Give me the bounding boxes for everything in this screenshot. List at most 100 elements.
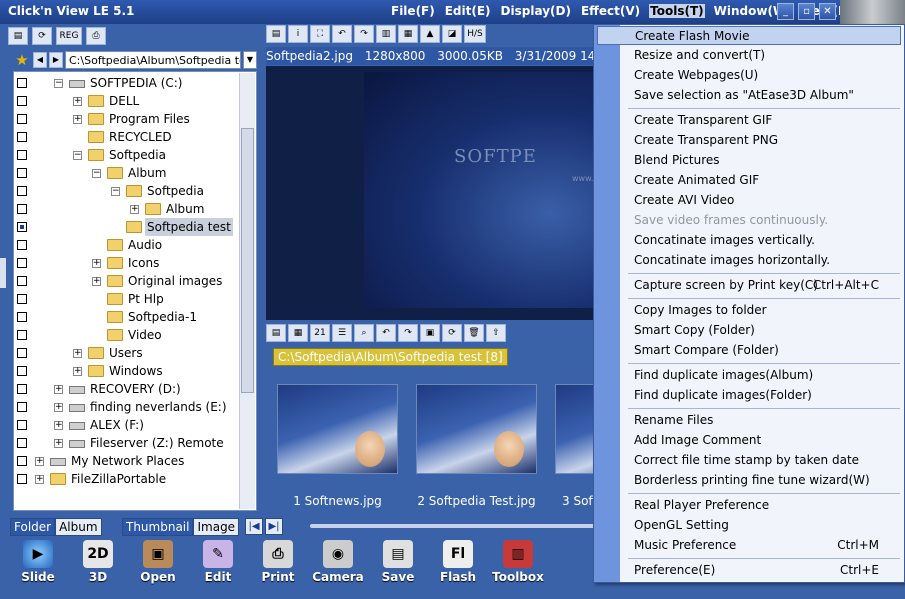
tree-checkbox[interactable] bbox=[17, 366, 27, 376]
tree-checkbox[interactable] bbox=[17, 168, 27, 178]
tree-checkbox[interactable] bbox=[17, 348, 27, 358]
menu-file-f[interactable]: File(F) bbox=[390, 4, 436, 18]
tree-scroll-thumb[interactable] bbox=[241, 128, 254, 393]
menu-item-copy-images-to-folder[interactable]: Copy Images to folder bbox=[597, 301, 901, 320]
tree-node[interactable]: + FileZillaPortable bbox=[14, 470, 238, 488]
flash-button[interactable]: Fl Flash bbox=[428, 538, 488, 590]
restore-button[interactable]: ▫ bbox=[798, 3, 815, 20]
landscape-icon[interactable]: ▲ bbox=[420, 25, 440, 43]
tree-node[interactable]: Video bbox=[14, 326, 238, 344]
tree-checkbox[interactable] bbox=[17, 420, 27, 430]
menu-item-concatinate-images-vertically[interactable]: Concatinate images vertically. bbox=[597, 231, 901, 250]
menu-item-real-player-preference[interactable]: Real Player Preference bbox=[597, 496, 901, 515]
next-folder-icon[interactable]: ▶ bbox=[49, 52, 63, 68]
expand-icon[interactable]: + bbox=[35, 475, 44, 484]
tree-node[interactable]: + Users bbox=[14, 344, 238, 362]
3d-button[interactable]: 2D 3D bbox=[68, 538, 128, 590]
zoom-icon[interactable]: ⌕ bbox=[354, 324, 374, 342]
save-button[interactable]: ▤ Save bbox=[368, 538, 428, 590]
scan-icon[interactable]: ▤ bbox=[8, 27, 28, 45]
edit-button[interactable]: ✎ Edit bbox=[188, 538, 248, 590]
menu-effect-v[interactable]: Effect(V) bbox=[580, 4, 641, 18]
open-button[interactable]: ▣ Open bbox=[128, 538, 188, 590]
expand-icon[interactable]: + bbox=[92, 277, 101, 286]
up-folder-icon[interactable]: ⇧ bbox=[486, 324, 506, 342]
register-button[interactable]: REG bbox=[56, 27, 82, 45]
menu-item-concatinate-images-horizontally[interactable]: Concatinate images horizontally. bbox=[597, 251, 901, 270]
menu-item-create-transparent-gif[interactable]: Create Transparent GIF bbox=[597, 111, 901, 130]
menu-item-smart-compare-folder[interactable]: Smart Compare (Folder) bbox=[597, 341, 901, 360]
layout-icon[interactable]: ▦ bbox=[398, 25, 418, 43]
expand-icon[interactable]: + bbox=[73, 367, 82, 376]
tree-node[interactable]: + Icons bbox=[14, 254, 238, 272]
tree-checkbox[interactable] bbox=[17, 240, 27, 250]
tree-node[interactable]: + Album bbox=[14, 200, 238, 218]
tab-thumbnail[interactable]: Thumbnail bbox=[122, 518, 194, 536]
rotate-left-icon[interactable]: ↶ bbox=[332, 25, 352, 43]
menu-item-resize-and-convert-t[interactable]: Resize and convert(T) bbox=[597, 46, 901, 65]
tree-checkbox[interactable] bbox=[17, 150, 27, 160]
refresh-icon[interactable]: ⟳ bbox=[32, 27, 52, 45]
rotate-left-icon[interactable]: ↶ bbox=[376, 324, 396, 342]
tree-checkbox[interactable] bbox=[17, 114, 27, 124]
printer-icon[interactable]: ⎙ bbox=[86, 27, 106, 45]
tree-checkbox[interactable] bbox=[17, 186, 27, 196]
tree-checkbox[interactable] bbox=[17, 258, 27, 268]
tree-node[interactable]: + Original images bbox=[14, 272, 238, 290]
film-icon[interactable]: ▣ bbox=[420, 324, 440, 342]
tree-node[interactable]: Softpedia test bbox=[14, 218, 238, 236]
expand-icon[interactable]: + bbox=[73, 115, 82, 124]
menu-item-opengl-setting[interactable]: OpenGL Setting bbox=[597, 516, 901, 535]
expand-icon[interactable]: + bbox=[54, 385, 63, 394]
rotate-right-icon[interactable]: ↷ bbox=[398, 324, 418, 342]
tree-node[interactable]: + RECOVERY (D:) bbox=[14, 380, 238, 398]
tree-checkbox[interactable] bbox=[17, 456, 27, 466]
expand-icon[interactable]: + bbox=[54, 403, 63, 412]
menu-display-d[interactable]: Display(D) bbox=[500, 4, 572, 18]
tree-node[interactable]: − Album bbox=[14, 164, 238, 182]
menu-item-create-webpages-u[interactable]: Create Webpages(U) bbox=[597, 66, 901, 85]
prev-folder-icon[interactable]: ◀ bbox=[33, 52, 47, 68]
camera-button[interactable]: ◉ Camera bbox=[308, 538, 368, 590]
tree-node[interactable]: + Fileserver (Z:) Remote bbox=[14, 434, 238, 452]
tree-node[interactable]: + finding neverlands (E:) bbox=[14, 398, 238, 416]
menu-item-create-animated-gif[interactable]: Create Animated GIF bbox=[597, 171, 901, 190]
tree-node[interactable]: Audio bbox=[14, 236, 238, 254]
menu-item-preference-e[interactable]: Preference(E) Ctrl+E bbox=[597, 561, 901, 580]
tree-checkbox[interactable] bbox=[17, 132, 27, 142]
first-page-button[interactable]: |◀ bbox=[245, 518, 263, 535]
tree-checkbox[interactable] bbox=[17, 96, 27, 106]
tree-node[interactable]: Pt Hlp bbox=[14, 290, 238, 308]
hue-saturation-button[interactable]: H/S bbox=[464, 25, 486, 43]
tab-album[interactable]: Album bbox=[55, 518, 102, 536]
expand-icon[interactable]: + bbox=[73, 97, 82, 106]
thumbnail-image[interactable] bbox=[277, 384, 398, 474]
refresh-icon[interactable]: ⟳ bbox=[442, 324, 462, 342]
thumbnails-icon[interactable]: ▦ bbox=[288, 324, 308, 342]
menu-item-create-avi-video[interactable]: Create AVI Video bbox=[597, 191, 901, 210]
calendar-icon[interactable]: 21 bbox=[310, 324, 330, 342]
tree-checkbox[interactable] bbox=[17, 204, 27, 214]
fullscreen-icon[interactable]: ⛶ bbox=[310, 25, 330, 43]
thumbnail-image[interactable] bbox=[555, 384, 596, 474]
menu-item-borderless-printing-fine-tune-wizard-w[interactable]: Borderless printing fine tune wizard(W) bbox=[597, 471, 901, 490]
scan-icon[interactable]: ▤ bbox=[266, 25, 286, 43]
info-icon[interactable]: i bbox=[288, 25, 308, 43]
menu-item-blend-pictures[interactable]: Blend Pictures bbox=[597, 151, 901, 170]
minimize-button[interactable]: _ bbox=[777, 3, 794, 20]
tree-node[interactable]: + DELL bbox=[14, 92, 238, 110]
collapse-icon[interactable]: − bbox=[73, 151, 82, 160]
menu-item-capture-screen-by-print-key-c[interactable]: Capture screen by Print key(C) Ctrl+Alt+C bbox=[597, 276, 901, 295]
tree-node[interactable]: − Softpedia bbox=[14, 146, 238, 164]
tree-checkbox[interactable] bbox=[17, 276, 27, 286]
tree-checkbox[interactable] bbox=[17, 312, 27, 322]
expand-icon[interactable]: + bbox=[54, 421, 63, 430]
expand-icon[interactable]: + bbox=[92, 259, 101, 268]
collapse-icon[interactable]: − bbox=[111, 187, 120, 196]
tree-checkbox[interactable] bbox=[17, 330, 27, 340]
menu-item-smart-copy-folder[interactable]: Smart Copy (Folder) bbox=[597, 321, 901, 340]
tree-node[interactable]: + My Network Places bbox=[14, 452, 238, 470]
tree-checkbox[interactable] bbox=[17, 294, 27, 304]
tree-checkbox[interactable] bbox=[17, 384, 27, 394]
menu-item-music-preference[interactable]: Music Preference Ctrl+M bbox=[597, 536, 901, 555]
